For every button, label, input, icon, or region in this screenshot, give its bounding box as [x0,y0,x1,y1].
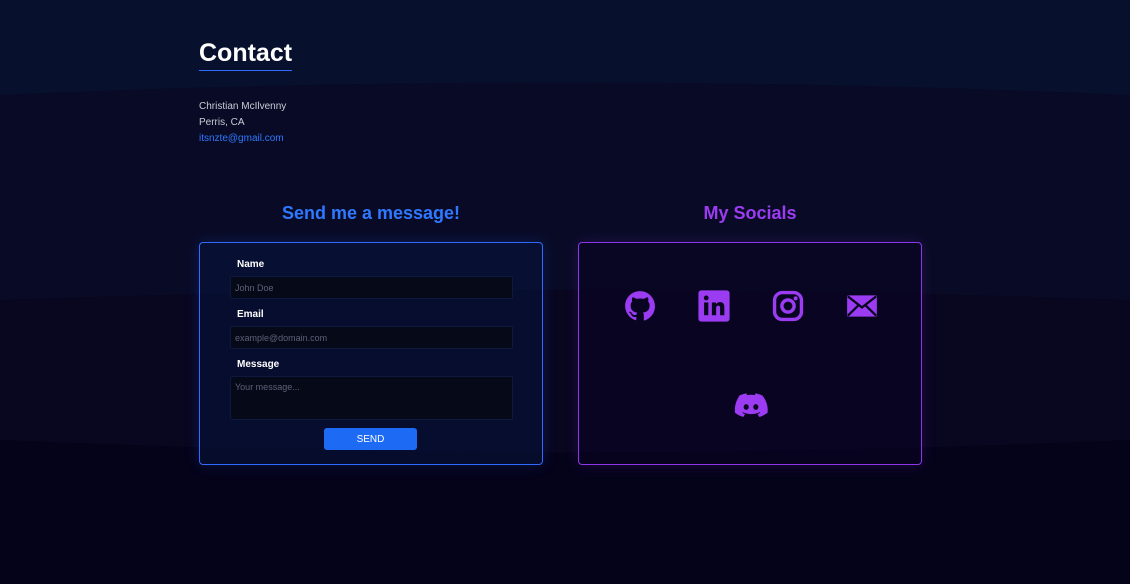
socials-card [578,242,922,465]
instagram-icon [772,290,804,322]
contact-name: Christian McIlvenny [199,101,287,112]
contact-info: Christian McIlvenny Perris, CA itsnzte@g… [199,99,286,147]
message-heading: Send me a message! [281,203,461,223]
message-textarea[interactable] [230,376,513,420]
send-button[interactable]: SEND [324,428,417,450]
email-label: Email [237,309,264,320]
email-input[interactable] [230,326,513,349]
linkedin-icon [698,290,730,322]
socials-heading: My Socials [703,203,797,223]
github-icon [625,291,656,321]
discord-icon [734,393,768,418]
page-title: Contact [199,38,293,71]
discord-link[interactable] [734,388,768,422]
linkedin-link[interactable] [697,289,731,323]
message-label: Message [237,359,280,370]
github-link[interactable] [623,289,657,323]
name-input[interactable] [230,276,513,299]
contact-page: Contact Christian McIlvenny Perris, CA i… [0,0,1130,584]
mail-link[interactable] [845,289,879,323]
message-form: Name Email Message SEND [199,242,543,465]
instagram-link[interactable] [771,289,805,323]
name-label: Name [237,259,265,270]
contact-location: Perris, CA [199,117,245,128]
mail-icon [847,295,877,317]
contact-email-link[interactable]: itsnzte@gmail.com [199,133,284,144]
